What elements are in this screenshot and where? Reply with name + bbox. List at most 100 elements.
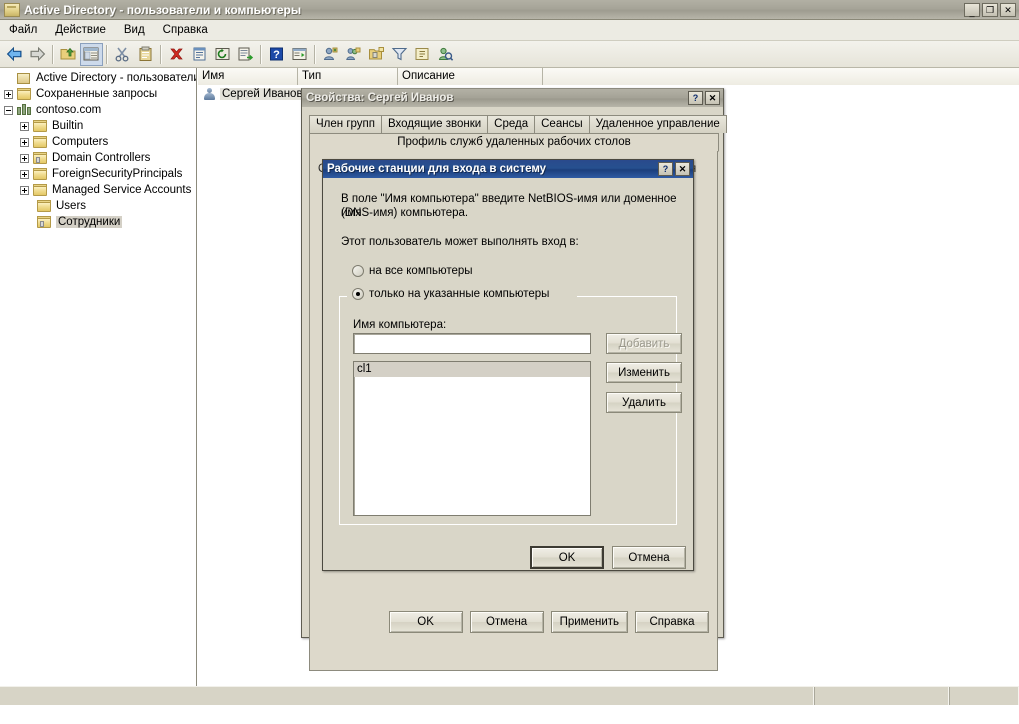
new-ou-button[interactable] (365, 43, 388, 66)
properties-button[interactable] (188, 43, 211, 66)
expander-icon[interactable] (4, 89, 13, 99)
show-hide-tree-icon (83, 47, 99, 61)
close-icon: ✕ (1004, 4, 1012, 15)
new-group-icon (346, 47, 361, 60)
cut-button[interactable] (111, 43, 134, 66)
radio-all-computers[interactable]: на все компьютеры (352, 265, 473, 277)
context-help-button[interactable]: ? (688, 91, 703, 105)
column-header-name[interactable]: Имя (198, 68, 298, 85)
find-button[interactable] (411, 43, 434, 66)
refresh-button[interactable] (211, 43, 234, 66)
expander-icon[interactable] (20, 169, 29, 179)
toolbar-separator (160, 44, 162, 64)
close-button[interactable]: ✕ (1000, 2, 1016, 17)
forward-button[interactable] (26, 43, 49, 66)
tree-node-contoso-com[interactable]: contoso.com (0, 102, 196, 118)
up-folder-icon (60, 47, 76, 60)
tab-dial-in[interactable]: Входящие звонки (380, 115, 489, 133)
tree-node-users[interactable]: Users (0, 198, 196, 214)
column-header-filler[interactable] (543, 68, 1019, 85)
back-button[interactable] (3, 43, 26, 66)
expander-icon[interactable] (4, 105, 13, 115)
user-icon (202, 87, 217, 101)
properties-ok-button[interactable]: OK (388, 611, 463, 633)
tab-member-of[interactable]: Член групп (309, 115, 382, 133)
column-header-description[interactable]: Описание (398, 68, 543, 85)
remove-button[interactable]: Удалить (606, 392, 682, 413)
tree-node-computers[interactable]: Computers (0, 134, 196, 150)
add-button[interactable]: Добавить (606, 333, 682, 354)
edit-button[interactable]: Изменить (606, 362, 682, 383)
tree-node-saved-queries[interactable]: Сохраненные запросы (0, 86, 196, 102)
menu-action[interactable]: Действие (46, 22, 115, 38)
delete-button[interactable] (165, 43, 188, 66)
properties-cancel-button[interactable]: Отмена (469, 611, 544, 633)
column-header-type[interactable]: Тип (298, 68, 398, 85)
close-button[interactable]: ✕ (675, 162, 690, 176)
back-icon (6, 46, 22, 62)
menu-view[interactable]: Вид (115, 22, 154, 38)
expander-icon[interactable] (20, 185, 29, 195)
list-header: Имя Тип Описание (198, 68, 1019, 85)
new-user-icon (323, 47, 338, 60)
properties-dialog-titlebar: Свойства: Сергей Иванов ? ✕ (302, 89, 723, 107)
properties-button-row: OK Отмена Применить Справка (302, 605, 723, 639)
tree-node-root[interactable]: Active Directory - пользователи и (0, 70, 196, 86)
tree-node-label: Computers (52, 136, 109, 148)
help-button[interactable]: ? (265, 43, 288, 66)
radio-listed-computers-label: только на указанные компьютеры (369, 288, 550, 300)
filter-button[interactable] (388, 43, 411, 66)
screen: Active Directory - пользователи и компью… (0, 0, 1019, 724)
tree-node-label: Сотрудники (56, 216, 123, 228)
tree-node-builtin[interactable]: Builtin (0, 118, 196, 134)
expander-icon[interactable] (20, 121, 29, 131)
console-window-button[interactable] (288, 43, 311, 66)
properties-apply-button[interactable]: Применить (550, 611, 628, 633)
computers-listbox[interactable]: cl1 (353, 361, 591, 516)
tab-sessions[interactable]: Сеансы (534, 115, 590, 133)
tree-node-label: ForeignSecurityPrincipals (52, 168, 183, 180)
minimize-button[interactable]: _ (964, 2, 980, 17)
expander-icon[interactable] (20, 137, 29, 147)
expander-icon[interactable] (20, 153, 29, 163)
console-icon (292, 48, 307, 60)
menu-file[interactable]: Файл (0, 22, 46, 38)
new-group-button[interactable] (342, 43, 365, 66)
tab-remote-control[interactable]: Удаленное управление (588, 115, 727, 133)
minimize-icon: _ (969, 6, 975, 17)
cut-icon (115, 47, 129, 62)
tree-node-label: Builtin (52, 120, 84, 132)
tab-rds-profile[interactable]: Профиль служб удаленных рабочих столов (309, 133, 719, 152)
tree-node-foreignsecurityprincipals[interactable]: ForeignSecurityPrincipals (0, 166, 196, 182)
logon-workstations-dialog: Рабочие станции для входа в систему ? ✕ … (322, 159, 694, 571)
description-line-2: (DNS-имя) компьютера. (341, 207, 469, 219)
close-button[interactable]: ✕ (705, 91, 720, 105)
toolbar: ? (0, 41, 1019, 68)
context-help-button[interactable]: ? (658, 162, 673, 176)
window-title: Active Directory - пользователи и компью… (24, 2, 302, 17)
list-item[interactable]: cl1 (354, 362, 590, 377)
radio-listed-computers[interactable]: только на указанные компьютеры (352, 288, 549, 300)
export-list-button[interactable] (234, 43, 257, 66)
tab-environment[interactable]: Среда (487, 115, 536, 133)
status-panel-3 (949, 687, 1019, 705)
menu-help[interactable]: Справка (154, 22, 217, 38)
show-hide-console-tree-button[interactable] (80, 42, 103, 66)
computer-name-input[interactable] (353, 333, 591, 354)
tree-node-managed-service-accounts[interactable]: Managed Service Accounts (0, 182, 196, 198)
paste-button[interactable] (134, 43, 157, 66)
restore-button[interactable]: ❐ (982, 2, 998, 17)
tree-node-sotrudniki[interactable]: Сотрудники (0, 214, 196, 230)
properties-help-button[interactable]: Справка (635, 611, 709, 633)
saved-query-icon (438, 47, 454, 61)
workstations-cancel-button[interactable]: Отмена (612, 546, 686, 569)
tree-node-label: Сохраненные запросы (36, 88, 158, 100)
up-one-level-button[interactable] (57, 43, 80, 66)
ou-folder-icon (36, 215, 52, 229)
tree-node-domain-controllers[interactable]: Domain Controllers (0, 150, 196, 166)
new-user-button[interactable] (319, 43, 342, 66)
tree-node-label: Users (56, 200, 87, 212)
saved-query-button[interactable] (434, 43, 457, 66)
folder-icon (32, 119, 48, 133)
workstations-ok-button[interactable]: OK (530, 546, 604, 569)
